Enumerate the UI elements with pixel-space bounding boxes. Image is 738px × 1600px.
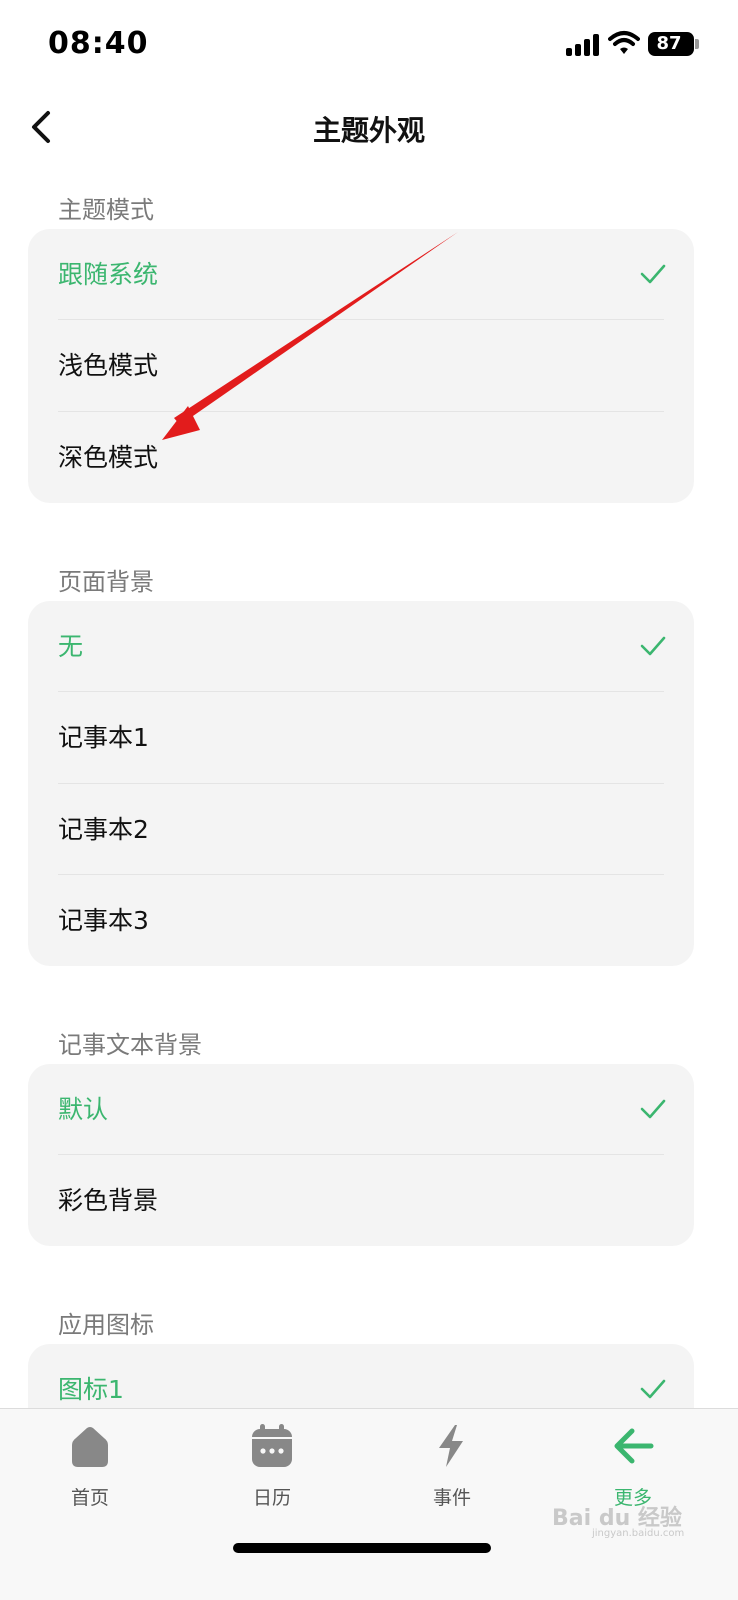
option-label: 默认 (58, 1095, 109, 1124)
watermark: Bai du 经验 jingyan.baidu.com (552, 1500, 712, 1540)
battery-cap (695, 39, 699, 49)
option-default[interactable]: 默认 (28, 1064, 694, 1156)
status-time: 08:40 (48, 26, 149, 61)
section-label-app-icon: 应用图标 (58, 1311, 154, 1339)
theme-mode-card: 跟随系统 浅色模式 深色模式 (28, 229, 694, 503)
option-notebook-1[interactable]: 记事本1 (28, 692, 694, 784)
checkmark-icon (640, 1099, 666, 1119)
calendar-icon (252, 1424, 292, 1467)
option-light-mode[interactable]: 浅色模式 (28, 320, 694, 412)
option-color-background[interactable]: 彩色背景 (28, 1155, 694, 1246)
section-label-note-text-background: 记事文本背景 (58, 1031, 202, 1059)
watermark-sub: jingyan.baidu.com (592, 1528, 685, 1539)
option-label: 记事本2 (58, 814, 149, 844)
page-background-card: 无 记事本1 记事本2 记事本3 (28, 601, 694, 966)
option-notebook-2[interactable]: 记事本2 (28, 784, 694, 875)
option-label: 彩色背景 (58, 1186, 159, 1216)
home-icon (72, 1427, 108, 1467)
option-label: 深色模式 (58, 442, 159, 472)
option-label: 记事本1 (58, 723, 149, 753)
home-indicator (233, 1543, 491, 1553)
checkmark-icon (640, 636, 666, 656)
arrow-left-icon (614, 1428, 654, 1464)
tab-calendar[interactable]: 日历 (212, 1417, 332, 1517)
option-label: 无 (58, 632, 84, 661)
tab-label: 事件 (432, 1487, 471, 1509)
page-title: 主题外观 (312, 114, 425, 147)
option-dark-mode[interactable]: 深色模式 (28, 412, 694, 503)
tab-events[interactable]: 事件 (392, 1417, 512, 1517)
battery-icon: 87 (648, 32, 694, 56)
note-text-background-card: 默认 彩色背景 (28, 1064, 694, 1246)
lightning-icon (439, 1425, 463, 1467)
status-bar: 08:40 87 (0, 0, 738, 90)
checkmark-icon (640, 1379, 666, 1399)
checkmark-icon (640, 264, 666, 284)
cellular-signal-icon (566, 34, 602, 56)
wifi-icon (608, 31, 640, 54)
option-follow-system[interactable]: 跟随系统 (28, 229, 694, 321)
section-label-theme-mode: 主题模式 (58, 196, 154, 224)
section-label-page-background: 页面背景 (58, 568, 154, 596)
nav-bar: 主题外观 (0, 95, 738, 161)
tab-home[interactable]: 首页 (30, 1417, 150, 1517)
option-label: 记事本3 (58, 905, 149, 935)
battery-level: 87 (656, 33, 682, 54)
option-notebook-3[interactable]: 记事本3 (28, 875, 694, 966)
tab-label: 首页 (70, 1487, 109, 1509)
option-label: 浅色模式 (58, 351, 159, 381)
tab-label: 日历 (252, 1487, 291, 1509)
option-none[interactable]: 无 (28, 601, 694, 693)
option-label: 跟随系统 (58, 260, 159, 289)
